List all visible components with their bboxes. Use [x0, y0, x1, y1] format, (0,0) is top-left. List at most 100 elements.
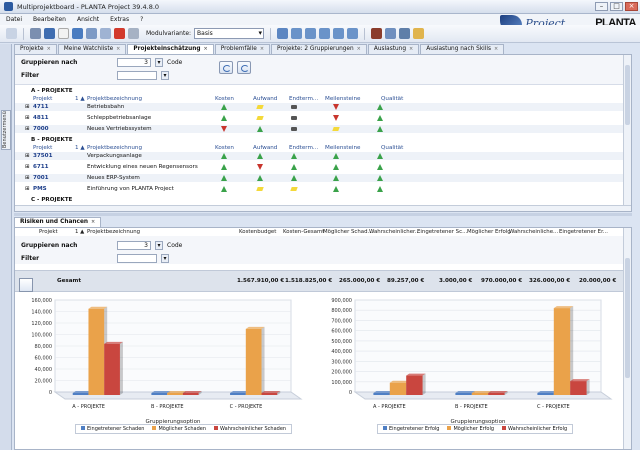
module-variant-select[interactable]: Basis [194, 28, 265, 39]
col-quality[interactable]: Qualität [381, 95, 403, 103]
col-sort[interactable]: 1 ▲ [75, 228, 84, 236]
group-row[interactable]: C - PROJEKTE [15, 196, 623, 204]
menu-extras[interactable]: Extras [110, 16, 129, 23]
tab-projekte-2-gruppierungen[interactable]: Projekte: 2 Gruppierungen × [271, 44, 367, 54]
expand-icon[interactable]: ⊞ [25, 185, 30, 193]
tab-problemfaelle[interactable]: Problemfälle × [214, 44, 271, 54]
close-icon[interactable]: × [260, 45, 264, 54]
col-cost[interactable]: Kosten [215, 144, 234, 152]
col-sort[interactable]: 1 ▲ [75, 95, 85, 103]
sum-icon[interactable] [19, 278, 33, 292]
expand-icon[interactable]: ⊞ [25, 103, 30, 111]
expand-icon[interactable]: ⊞ [25, 174, 30, 182]
vertical-scrollbar[interactable] [623, 55, 631, 211]
table-row[interactable]: ⊞ 4711 Betriebsbahn [15, 103, 623, 111]
refresh-icon[interactable] [219, 61, 233, 74]
table-row[interactable]: ⊞ 7000 Neues Vertriebssystem [15, 125, 623, 133]
scroll-thumb[interactable] [625, 65, 630, 125]
expand-icon[interactable]: ⊞ [25, 152, 30, 160]
table-row[interactable]: ⊞ 6711 Entwicklung eines neuen Regensensor… [15, 163, 623, 171]
expand-level-5-icon[interactable] [347, 28, 359, 39]
group-row[interactable]: A - PROJEKTE [15, 87, 623, 95]
tab-meine-watchliste[interactable]: Meine Watchliste × [57, 44, 127, 54]
project-id[interactable]: 6711 [33, 163, 49, 171]
expand-level-3-icon[interactable] [319, 28, 331, 39]
tab-auslastung[interactable]: Auslastung × [367, 44, 420, 54]
col-quality[interactable]: Qualität [381, 144, 403, 152]
minimize-icon[interactable]: – [595, 2, 608, 11]
project-id[interactable]: 37501 [33, 152, 52, 160]
col-cost[interactable]: Kosten [215, 95, 234, 103]
col-project[interactable]: Projekt [33, 144, 52, 152]
close-icon[interactable]: × [625, 2, 638, 11]
redo-icon[interactable] [100, 28, 111, 39]
col-name[interactable]: Projektbezeichnung [87, 144, 142, 152]
col-effort[interactable]: Aufwand [253, 95, 277, 103]
expand-icon[interactable]: ⊞ [25, 125, 30, 133]
menu-help[interactable]: ? [140, 16, 143, 23]
tab-auslastung-nach-skills[interactable]: Auslastung nach Skills × [420, 44, 505, 54]
col-eingetretener-schaden[interactable]: Eingetretener Sc... [417, 228, 467, 236]
col-moeglicher-schaden[interactable]: Möglicher Schad... [323, 228, 373, 236]
close-icon[interactable]: × [204, 45, 208, 54]
scroll-thumb[interactable] [625, 258, 630, 378]
table-row[interactable]: ⊞ 4811 Schleppbetriebsanlage [15, 114, 623, 122]
binoculars-icon[interactable] [30, 28, 41, 39]
close-icon[interactable]: × [91, 218, 95, 227]
project-id[interactable]: PMS [33, 185, 47, 193]
refresh-all-icon[interactable] [237, 61, 251, 74]
filter-select[interactable] [117, 71, 157, 80]
maximize-icon[interactable]: □ [610, 2, 623, 11]
col-sort[interactable]: 1 ▲ [75, 144, 85, 152]
col-end[interactable]: Endterm... [289, 95, 318, 103]
col-end[interactable]: Endterm... [289, 144, 318, 152]
project-id[interactable]: 4811 [33, 114, 49, 122]
project-id[interactable]: 4711 [33, 103, 49, 111]
close-icon[interactable]: × [409, 45, 413, 54]
project-id[interactable]: 7001 [33, 174, 49, 182]
chevron-down-icon[interactable]: ▾ [155, 58, 163, 67]
filter-icon[interactable] [44, 28, 55, 39]
table-row[interactable]: ⊞ PMS Einführung von PLANTA Project [15, 185, 623, 193]
col-wahrscheinlicher-schaden[interactable]: Wahrscheinlicher... [369, 228, 420, 236]
horizontal-scrollbar[interactable] [15, 205, 631, 211]
new-document-icon[interactable] [58, 28, 69, 39]
chart-icon[interactable] [277, 28, 289, 39]
user-menu-tab[interactable]: Benutzermenü [1, 110, 11, 150]
expand-icon[interactable]: ⊞ [25, 114, 30, 122]
col-effort[interactable]: Aufwand [253, 144, 277, 152]
close-icon[interactable]: × [47, 45, 51, 54]
tab-projekte[interactable]: Projekte × [14, 44, 57, 54]
settings-icon[interactable] [399, 28, 411, 39]
print-icon[interactable] [128, 28, 139, 39]
menu-datei[interactable]: Datei [6, 16, 22, 23]
add-icon[interactable] [6, 28, 17, 39]
eye-icon[interactable] [385, 28, 397, 39]
col-projektbezeichnung[interactable]: Projektbezeichnung [87, 228, 140, 236]
col-name[interactable]: Projektbezeichnung [87, 95, 142, 103]
close-icon[interactable]: × [494, 45, 498, 54]
close-icon[interactable]: × [116, 45, 120, 54]
col-milestones[interactable]: Meilensteine [325, 144, 360, 152]
filter-select[interactable] [117, 254, 157, 263]
menu-bearbeiten[interactable]: Bearbeiten [33, 16, 66, 23]
col-kosten-gesamt[interactable]: Kosten-Gesamt [283, 228, 324, 236]
expand-icon[interactable]: ⊞ [25, 163, 30, 171]
close-icon[interactable]: × [357, 45, 361, 54]
delete-icon[interactable] [114, 28, 125, 39]
project-id[interactable]: 7000 [33, 125, 49, 133]
expand-level-4-icon[interactable] [333, 28, 345, 39]
table-row[interactable]: ⊞ 37501 Verpackungsanlage [15, 152, 623, 160]
col-wahrscheinlicher-erfolg[interactable]: Wahrscheinliche... [509, 228, 558, 236]
group-by-input[interactable]: 3 [117, 58, 151, 67]
expand-level-2-icon[interactable] [305, 28, 317, 39]
vertical-scrollbar[interactable] [623, 228, 631, 449]
panel-splitter[interactable] [14, 213, 632, 216]
door-exit-icon[interactable] [413, 28, 425, 39]
tab-risiken-und-chancen[interactable]: Risiken und Chancen × [14, 217, 102, 227]
expand-level-1-icon[interactable] [291, 28, 303, 39]
group-by-input[interactable]: 3 [117, 241, 151, 250]
chevron-down-icon[interactable]: ▾ [161, 71, 169, 80]
chevron-down-icon[interactable]: ▾ [161, 254, 169, 263]
col-kostenbudget[interactable]: Kostenbudget [239, 228, 276, 236]
